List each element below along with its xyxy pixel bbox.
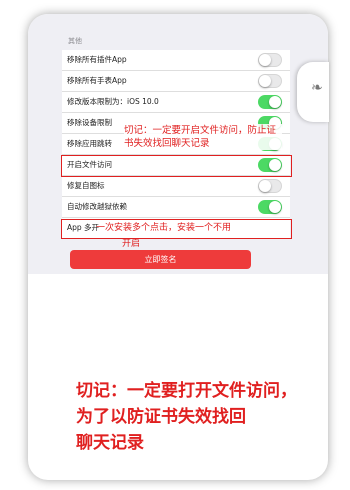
warning-caption: 切记：一定要打开文件访问， 为了以防证书失效找回 聊天记录	[76, 378, 328, 456]
row-label-prefix: App 多开	[67, 223, 100, 232]
toggle-switch[interactable]	[258, 95, 282, 109]
toggle-switch[interactable]	[258, 74, 282, 88]
file-access-annotation: 切记：一定要开启文件访问，防止证书失效找回聊天记录	[124, 124, 282, 150]
row-label: 移除应用跳转	[67, 139, 112, 148]
row-jailbreak-deps: 自动修改越狱依赖	[62, 197, 290, 218]
toggle-switch[interactable]	[258, 179, 282, 193]
caption-line: 聊天记录	[76, 433, 144, 453]
row-label: 移除设备限制	[67, 118, 112, 127]
row-file-access: 开启文件访问	[62, 155, 290, 176]
toggle-switch[interactable]	[258, 158, 282, 172]
caption-line: 切记：一定要打开文件访问，	[76, 381, 297, 401]
caption-line: 为了以防证书失效找回	[76, 407, 246, 427]
row-label: 修改版本限制为：iOS 10.0	[67, 97, 159, 106]
toggle-switch[interactable]	[258, 200, 282, 214]
swirl-icon[interactable]: ❧	[311, 80, 323, 96]
row-label: 开启文件访问	[67, 160, 112, 169]
row-remove-plugins: 移除所有插件App	[62, 50, 290, 71]
screenshot-card: 其他 移除所有插件App 移除所有手表App 修改版本限制为：iOS 10.0 …	[28, 14, 328, 480]
row-label: 修复自图标	[67, 181, 105, 190]
row-remove-watch-apps: 移除所有手表App	[62, 71, 290, 92]
multi-install-annotation: 一次安装多个点击，安装一个不用	[96, 223, 232, 233]
row-version-limit: 修改版本限制为：iOS 10.0	[62, 92, 290, 113]
sign-now-button[interactable]: 立即签名	[70, 250, 251, 269]
section-label: 其他	[68, 37, 82, 45]
row-fix-icon: 修复自图标	[62, 176, 290, 197]
row-label: 移除所有手表App	[67, 76, 127, 85]
row-label: 移除所有插件App	[67, 55, 127, 64]
row-label: 自动修改越狱依赖	[67, 202, 127, 211]
toggle-switch[interactable]	[258, 53, 282, 67]
app-screen: 其他 移除所有插件App 移除所有手表App 修改版本限制为：iOS 10.0 …	[28, 14, 328, 274]
